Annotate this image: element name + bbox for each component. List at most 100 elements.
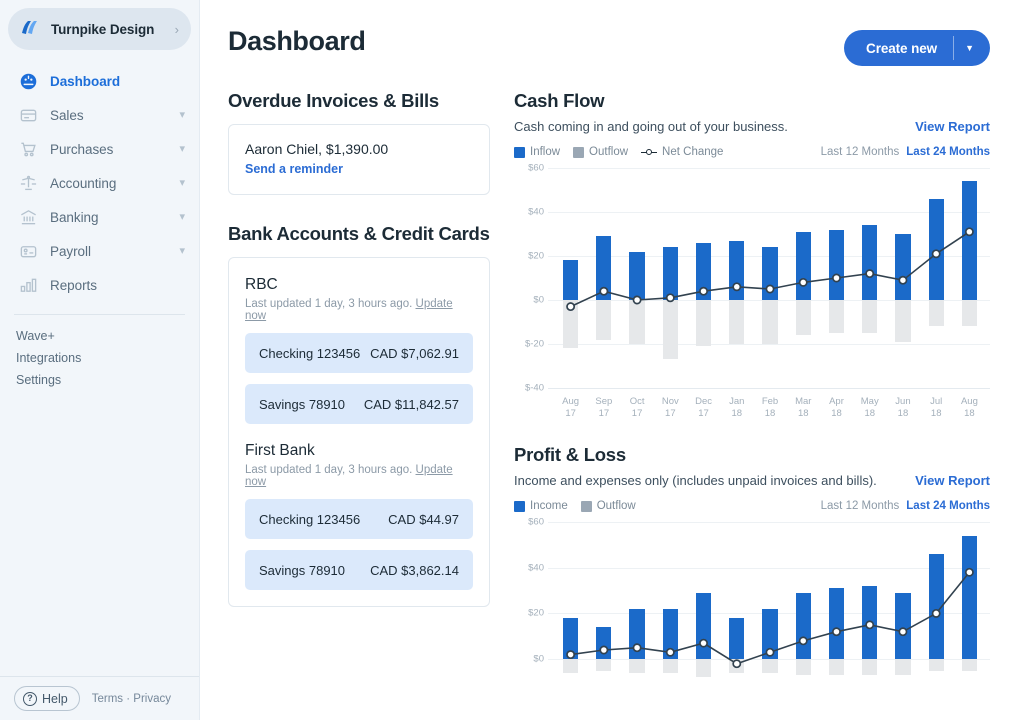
cash-flow-view-report-link[interactable]: View Report (915, 119, 990, 134)
profit-loss-view-report-link[interactable]: View Report (915, 473, 990, 488)
y-axis-tick-label: $-20 (514, 339, 544, 350)
profit-loss-section: Profit & Loss Income and expenses only (… (514, 444, 990, 682)
bank-updated: Last updated 1 day, 3 hours ago. Update … (245, 298, 473, 322)
net-change-line (554, 168, 986, 388)
profit-loss-legend: Income Outflow Last 12 Months Last 24 Mo… (514, 500, 990, 512)
bank-institution: RBC Last updated 1 day, 3 hours ago. Upd… (245, 276, 473, 424)
cash-flow-title: Cash Flow (514, 90, 990, 112)
profit-loss-range-toggle: Last 12 Months Last 24 Months (821, 500, 990, 512)
sidebar-item-label: Sales (50, 108, 84, 123)
account-name: Savings 78910 (259, 397, 345, 412)
x-axis-tick-label: Jan18 (720, 396, 753, 420)
help-button[interactable]: ? Help (14, 686, 80, 711)
legend-item-income: Income (514, 500, 568, 512)
dashboard-icon (16, 70, 40, 92)
chevron-down-icon[interactable]: ▼ (954, 30, 990, 66)
sidebar-item-label: Purchases (50, 142, 113, 157)
y-axis-tick-label: $40 (514, 562, 544, 573)
range-option-12-months[interactable]: Last 12 Months (821, 500, 900, 512)
left-column: Overdue Invoices & Bills Aaron Chiel, $1… (228, 90, 490, 682)
create-new-button[interactable]: Create new (844, 30, 953, 66)
legend-label: Inflow (530, 146, 560, 158)
legend-swatch-icon (514, 501, 525, 512)
legend-item-inflow: Inflow (514, 146, 560, 158)
help-label: Help (42, 692, 68, 706)
sidebar-item-label: Payroll (50, 244, 91, 259)
scales-icon (16, 172, 40, 194)
x-axis-tick-label: Nov17 (654, 396, 687, 420)
bank-account-row[interactable]: Savings 78910 CAD $3,862.14 (245, 550, 473, 590)
legend-item-outflow: Outflow (573, 146, 628, 158)
sidebar-divider (14, 314, 185, 315)
bank-account-row[interactable]: Checking 123456 CAD $7,062.91 (245, 333, 473, 373)
cash-flow-subtitle-row: Cash coming in and going out of your bus… (514, 119, 990, 134)
account-name: Savings 78910 (259, 563, 345, 578)
question-circle-icon: ? (23, 692, 37, 706)
range-option-12-months[interactable]: Last 12 Months (821, 146, 900, 158)
legal-separator: · (126, 693, 130, 705)
bank-section-title: Bank Accounts & Credit Cards (228, 223, 490, 245)
chevron-down-icon[interactable]: ▾ (179, 178, 185, 189)
bank-institution: First Bank Last updated 1 day, 3 hours a… (245, 442, 473, 590)
sidebar-item-accounting[interactable]: Accounting ▾ (0, 166, 199, 200)
sidebar-item-dashboard[interactable]: Dashboard (0, 64, 199, 98)
sidebar-item-label: Reports (50, 278, 97, 293)
chevron-down-icon[interactable]: ▾ (179, 212, 185, 223)
privacy-link[interactable]: Privacy (133, 693, 171, 705)
overdue-section-title: Overdue Invoices & Bills (228, 90, 490, 112)
bank-name: First Bank (245, 442, 473, 460)
main-content: Dashboard Create new ▼ Overdue Invoices … (200, 0, 1024, 720)
profit-loss-chart[interactable]: $0$20$40$60 (514, 522, 990, 682)
sidebar-item-purchases[interactable]: Purchases ▾ (0, 132, 199, 166)
y-axis-tick-label: $20 (514, 251, 544, 262)
range-option-24-months[interactable]: Last 24 Months (906, 146, 990, 158)
bank-account-row[interactable]: Savings 78910 CAD $11,842.57 (245, 384, 473, 424)
x-axis-tick-label: Oct17 (620, 396, 653, 420)
bank-account-row[interactable]: Checking 123456 CAD $44.97 (245, 499, 473, 539)
y-axis-tick-label: $20 (514, 608, 544, 619)
profit-loss-description: Income and expenses only (includes unpai… (514, 473, 877, 488)
account-amount: CAD $7,062.91 (370, 346, 459, 361)
x-axis-tick-label: Apr18 (820, 396, 853, 420)
brand-switcher[interactable]: Turnpike Design › (8, 8, 191, 50)
terms-link[interactable]: Terms (92, 693, 123, 705)
chevron-down-icon[interactable]: ▾ (179, 110, 185, 121)
chevron-down-icon[interactable]: ▾ (179, 144, 185, 155)
sidebar-item-sales[interactable]: Sales ▾ (0, 98, 199, 132)
sidebar-item-banking[interactable]: Banking ▾ (0, 200, 199, 234)
legend-label: Income (530, 500, 568, 512)
sidebar-item-reports[interactable]: Reports (0, 268, 199, 302)
bank-updated-text: Last updated 1 day, 3 hours ago. (245, 464, 412, 476)
y-axis-tick-label: $0 (514, 295, 544, 306)
account-name: Checking 123456 (259, 346, 360, 361)
profit-loss-subtitle-row: Income and expenses only (includes unpai… (514, 473, 990, 488)
chevron-right-icon[interactable]: › (175, 23, 179, 36)
sidebar-footer: ? Help Terms · Privacy (0, 676, 199, 720)
cash-flow-legend: Inflow Outflow Net Change Last 12 Months (514, 146, 990, 158)
sidebar-item-settings[interactable]: Settings (0, 369, 199, 391)
overdue-card: Aaron Chiel, $1,390.00 Send a reminder (228, 124, 490, 195)
primary-nav: Dashboard Sales ▾ (0, 64, 199, 302)
x-axis-tick-label: May18 (853, 396, 886, 420)
cash-flow-description: Cash coming in and going out of your bus… (514, 119, 788, 134)
sidebar-item-integrations[interactable]: Integrations (0, 347, 199, 369)
range-option-24-months[interactable]: Last 24 Months (906, 500, 990, 512)
x-axis-labels: Aug17Sep17Oct17Nov17Dec17Jan18Feb18Mar18… (554, 396, 986, 420)
cash-flow-section: Cash Flow Cash coming in and going out o… (514, 90, 990, 418)
bar-chart-icon (16, 274, 40, 296)
secondary-nav: Wave+ Integrations Settings (0, 325, 199, 391)
wave-logo-icon (20, 20, 42, 38)
sidebar-item-wave-plus[interactable]: Wave+ (0, 325, 199, 347)
cash-flow-chart[interactable]: $-40$-20$0$20$40$60Aug17Sep17Oct17Nov17D… (514, 168, 990, 418)
app-root: Turnpike Design › Dashboard (0, 0, 1024, 720)
x-axis-tick-label: Mar18 (787, 396, 820, 420)
send-reminder-link[interactable]: Send a reminder (245, 162, 473, 176)
overdue-entry-text: Aaron Chiel, $1,390.00 (245, 141, 473, 157)
cash-flow-range-toggle: Last 12 Months Last 24 Months (821, 146, 990, 158)
chevron-down-icon[interactable]: ▾ (179, 246, 185, 257)
sidebar-item-payroll[interactable]: Payroll ▾ (0, 234, 199, 268)
legal-links: Terms · Privacy (92, 693, 171, 705)
bank-icon (16, 206, 40, 228)
dashboard-columns: Overdue Invoices & Bills Aaron Chiel, $1… (228, 90, 990, 682)
create-new-button-group[interactable]: Create new ▼ (844, 30, 990, 66)
